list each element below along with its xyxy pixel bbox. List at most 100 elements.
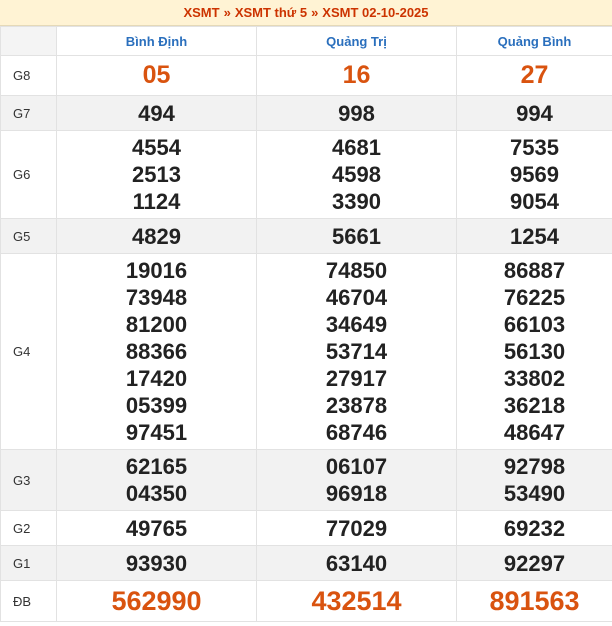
prize-cell-quang-tri: 74850 46704 34649 53714 27917 23878 68746 (256, 253, 457, 450)
prize-number: 9054 (510, 189, 559, 214)
prize-cell-quang-binh: 86887 76225 66103 56130 33802 36218 48647 (456, 253, 612, 450)
prize-number: 69232 (503, 515, 566, 541)
prize-number: 06107 (325, 454, 388, 479)
prize-number: 4598 (332, 162, 381, 187)
breadcrumb-link-xsmt-date[interactable]: XSMT 02-10-2025 (322, 5, 428, 20)
prize-row-g7: G7 494 998 994 (0, 95, 612, 131)
prize-number: 36218 (503, 393, 566, 418)
prize-row-g3: G3 62165 04350 06107 96918 92798 53490 (0, 449, 612, 511)
prize-label: G8 (0, 55, 57, 96)
prize-row-g1: G1 93930 63140 92297 (0, 545, 612, 581)
prize-cell-quang-tri: 16 (256, 55, 457, 96)
prize-number: 73948 (125, 285, 188, 310)
prize-number: 998 (338, 100, 375, 126)
prize-number: 5661 (332, 223, 381, 249)
breadcrumb: XSMT » XSMT thứ 5 » XSMT 02-10-2025 (0, 0, 612, 26)
prize-number: 34649 (325, 312, 388, 337)
prize-cell-quang-binh: 994 (456, 95, 612, 131)
prize-cell-quang-binh: 27 (456, 55, 612, 96)
prize-row-g4: G4 19016 73948 81200 88366 17420 05399 97451 748… (0, 253, 612, 450)
prize-number: 27917 (325, 366, 388, 391)
prize-cell-quang-binh: 891563 (456, 580, 612, 622)
prize-number: 16 (342, 61, 371, 89)
prize-cell-binh-dinh: 93930 (56, 545, 257, 581)
prize-number: 04350 (125, 481, 188, 506)
prize-cell-binh-dinh: 05 (56, 55, 257, 96)
prize-cell-quang-tri: 06107 96918 (256, 449, 457, 511)
prize-cell-binh-dinh: 49765 (56, 510, 257, 546)
prize-cell-binh-dinh: 19016 73948 81200 88366 17420 05399 97451 (56, 253, 257, 450)
prize-number: 33802 (503, 366, 566, 391)
breadcrumb-link-xsmt-weekday[interactable]: XSMT thứ 5 (235, 5, 307, 20)
prize-cell-quang-binh: 7535 9569 9054 (456, 130, 612, 219)
prize-number: 53490 (503, 481, 566, 506)
prize-cell-quang-binh: 69232 (456, 510, 612, 546)
prize-number: 76225 (503, 285, 566, 310)
prize-number: 96918 (325, 481, 388, 506)
prize-number: 7535 (510, 135, 559, 160)
prize-cell-quang-tri: 63140 (256, 545, 457, 581)
prize-label: G7 (0, 95, 57, 131)
prize-cell-quang-tri: 4681 4598 3390 (256, 130, 457, 219)
results-table: Bình Định Quảng Trị Quảng Bình G8 05 16 27 G… (0, 26, 612, 622)
prize-label: G1 (0, 545, 57, 581)
prize-cell-quang-tri: 432514 (256, 580, 457, 622)
prize-label: G5 (0, 218, 57, 254)
prize-number: 63140 (325, 550, 388, 576)
breadcrumb-separator: » (223, 5, 231, 20)
prize-number: 994 (516, 100, 553, 126)
prize-cell-binh-dinh: 4829 (56, 218, 257, 254)
prize-number: 19016 (125, 258, 188, 283)
prize-number: 92297 (503, 550, 566, 576)
prize-row-g5: G5 4829 5661 1254 (0, 218, 612, 254)
prize-label: G4 (0, 253, 57, 450)
prize-number: 562990 (111, 585, 202, 616)
province-header-quang-binh[interactable]: Quảng Bình (456, 26, 612, 56)
prize-cell-binh-dinh: 62165 04350 (56, 449, 257, 511)
prize-cell-binh-dinh: 4554 2513 1124 (56, 130, 257, 219)
prize-number: 05399 (125, 393, 188, 418)
breadcrumb-separator: » (311, 5, 319, 20)
prize-number: 494 (138, 100, 175, 126)
prize-number: 81200 (125, 312, 188, 337)
prize-number: 4829 (132, 223, 181, 249)
prize-row-g6: G6 4554 2513 1124 4681 4598 3390 7535 9569 9054 (0, 130, 612, 219)
prize-number: 68746 (325, 420, 388, 445)
prize-number: 56130 (503, 339, 566, 364)
prize-cell-binh-dinh: 562990 (56, 580, 257, 622)
prize-row-g8: G8 05 16 27 (0, 55, 612, 96)
prize-number: 62165 (125, 454, 188, 479)
prize-number: 46704 (325, 285, 388, 310)
prize-number: 891563 (489, 585, 580, 616)
province-header-row: Bình Định Quảng Trị Quảng Bình (0, 26, 612, 56)
prize-label: G6 (0, 130, 57, 219)
prize-cell-quang-tri: 998 (256, 95, 457, 131)
prize-cell-quang-binh: 92798 53490 (456, 449, 612, 511)
prize-cell-quang-binh: 92297 (456, 545, 612, 581)
prize-number: 17420 (125, 366, 188, 391)
prize-number: 97451 (125, 420, 188, 445)
prize-number: 9569 (510, 162, 559, 187)
results-page: XSMT » XSMT thứ 5 » XSMT 02-10-2025 Bình… (0, 0, 612, 626)
prize-number: 86887 (503, 258, 566, 283)
prize-cell-quang-binh: 1254 (456, 218, 612, 254)
prize-cell-quang-tri: 77029 (256, 510, 457, 546)
prize-number: 88366 (125, 339, 188, 364)
prize-row-g2: G2 49765 77029 69232 (0, 510, 612, 546)
province-header-binh-dinh[interactable]: Bình Định (56, 26, 257, 56)
prize-number: 3390 (332, 189, 381, 214)
prize-number: 1254 (510, 223, 559, 249)
prize-number: 93930 (125, 550, 188, 576)
prize-number: 27 (520, 61, 549, 89)
prize-number: 66103 (503, 312, 566, 337)
prize-number: 4554 (132, 135, 181, 160)
prize-row-db: ĐB 562990 432514 891563 (0, 580, 612, 622)
breadcrumb-link-xsmt[interactable]: XSMT (183, 5, 219, 20)
header-corner (0, 26, 57, 56)
prize-number: 74850 (325, 258, 388, 283)
prize-label: ĐB (0, 580, 57, 622)
prize-number: 1124 (132, 189, 181, 214)
province-header-quang-tri[interactable]: Quảng Trị (256, 26, 457, 56)
prize-number: 4681 (332, 135, 381, 160)
prize-number: 432514 (311, 585, 402, 616)
